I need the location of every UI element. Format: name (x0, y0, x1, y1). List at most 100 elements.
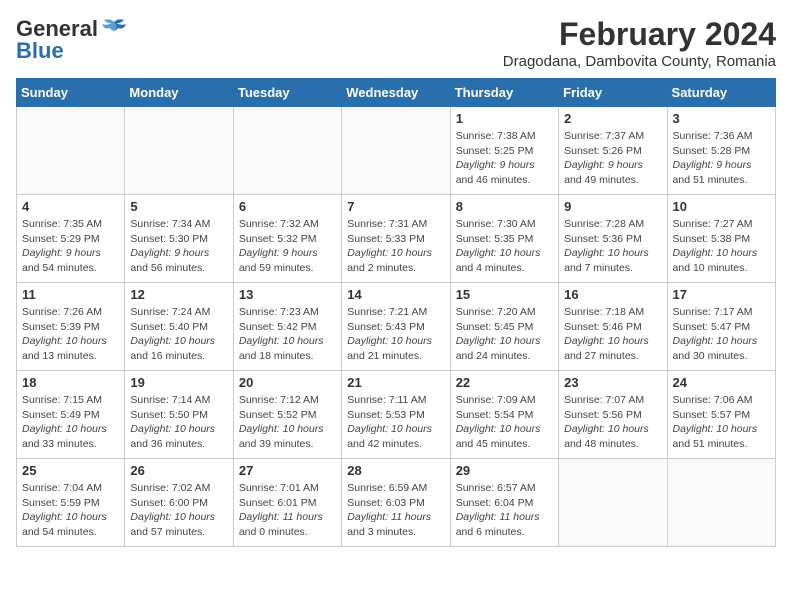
logo-blue-text: Blue (16, 38, 64, 64)
cell-content: Sunrise: 7:35 AMSunset: 5:29 PMDaylight:… (22, 217, 119, 276)
cell-content: Sunrise: 7:34 AMSunset: 5:30 PMDaylight:… (130, 217, 227, 276)
day-number: 10 (673, 199, 770, 214)
cell-content: Sunrise: 7:26 AMSunset: 5:39 PMDaylight:… (22, 305, 119, 364)
calendar-cell: 20 Sunrise: 7:12 AMSunset: 5:52 PMDayligh… (233, 371, 341, 459)
calendar-cell: 12 Sunrise: 7:24 AMSunset: 5:40 PMDayligh… (125, 283, 233, 371)
day-number: 11 (22, 287, 119, 302)
week-row-5: 25 Sunrise: 7:04 AMSunset: 5:59 PMDayligh… (17, 459, 776, 547)
day-number: 13 (239, 287, 336, 302)
week-row-1: 1 Sunrise: 7:38 AMSunset: 5:25 PMDaylight… (17, 107, 776, 195)
day-number: 16 (564, 287, 661, 302)
day-number: 24 (673, 375, 770, 390)
cell-content: Sunrise: 7:21 AMSunset: 5:43 PMDaylight:… (347, 305, 444, 364)
day-number: 27 (239, 463, 336, 478)
cell-content: Sunrise: 7:07 AMSunset: 5:56 PMDaylight:… (564, 393, 661, 452)
calendar-cell: 9 Sunrise: 7:28 AMSunset: 5:36 PMDaylight… (559, 195, 667, 283)
logo-bird-icon (100, 18, 128, 40)
calendar-cell: 28 Sunrise: 6:59 AMSunset: 6:03 PMDayligh… (342, 459, 450, 547)
title-area: February 2024 Dragodana, Dambovita Count… (503, 16, 776, 70)
calendar-cell (342, 107, 450, 195)
cell-content: Sunrise: 7:11 AMSunset: 5:53 PMDaylight:… (347, 393, 444, 452)
weekday-header-friday: Friday (559, 79, 667, 107)
weekday-header-tuesday: Tuesday (233, 79, 341, 107)
calendar-cell: 16 Sunrise: 7:18 AMSunset: 5:46 PMDayligh… (559, 283, 667, 371)
day-number: 25 (22, 463, 119, 478)
cell-content: Sunrise: 7:37 AMSunset: 5:26 PMDaylight:… (564, 129, 661, 188)
calendar-cell: 6 Sunrise: 7:32 AMSunset: 5:32 PMDaylight… (233, 195, 341, 283)
calendar-cell: 23 Sunrise: 7:07 AMSunset: 5:56 PMDayligh… (559, 371, 667, 459)
day-number: 18 (22, 375, 119, 390)
day-number: 23 (564, 375, 661, 390)
cell-content: Sunrise: 7:38 AMSunset: 5:25 PMDaylight:… (456, 129, 553, 188)
weekday-header-thursday: Thursday (450, 79, 558, 107)
calendar-cell: 24 Sunrise: 7:06 AMSunset: 5:57 PMDayligh… (667, 371, 775, 459)
cell-content: Sunrise: 7:02 AMSunset: 6:00 PMDaylight:… (130, 481, 227, 540)
header: General Blue February 2024 Dragodana, Da… (16, 16, 776, 70)
calendar-cell: 14 Sunrise: 7:21 AMSunset: 5:43 PMDayligh… (342, 283, 450, 371)
weekday-header-wednesday: Wednesday (342, 79, 450, 107)
calendar-cell: 29 Sunrise: 6:57 AMSunset: 6:04 PMDayligh… (450, 459, 558, 547)
month-year-title: February 2024 (503, 16, 776, 53)
cell-content: Sunrise: 7:12 AMSunset: 5:52 PMDaylight:… (239, 393, 336, 452)
calendar-table: SundayMondayTuesdayWednesdayThursdayFrid… (16, 78, 776, 547)
weekday-header-row: SundayMondayTuesdayWednesdayThursdayFrid… (17, 79, 776, 107)
day-number: 5 (130, 199, 227, 214)
cell-content: Sunrise: 6:59 AMSunset: 6:03 PMDaylight:… (347, 481, 444, 540)
day-number: 7 (347, 199, 444, 214)
cell-content: Sunrise: 7:14 AMSunset: 5:50 PMDaylight:… (130, 393, 227, 452)
calendar-cell: 2 Sunrise: 7:37 AMSunset: 5:26 PMDaylight… (559, 107, 667, 195)
calendar-cell (667, 459, 775, 547)
cell-content: Sunrise: 7:18 AMSunset: 5:46 PMDaylight:… (564, 305, 661, 364)
cell-content: Sunrise: 7:06 AMSunset: 5:57 PMDaylight:… (673, 393, 770, 452)
day-number: 1 (456, 111, 553, 126)
cell-content: Sunrise: 7:04 AMSunset: 5:59 PMDaylight:… (22, 481, 119, 540)
calendar-cell (125, 107, 233, 195)
cell-content: Sunrise: 7:24 AMSunset: 5:40 PMDaylight:… (130, 305, 227, 364)
day-number: 12 (130, 287, 227, 302)
cell-content: Sunrise: 6:57 AMSunset: 6:04 PMDaylight:… (456, 481, 553, 540)
calendar-cell (17, 107, 125, 195)
calendar-cell: 17Sunrise: 7:17 AMSunset: 5:47 PMDayligh… (667, 283, 775, 371)
calendar-cell: 10Sunrise: 7:27 AMSunset: 5:38 PMDayligh… (667, 195, 775, 283)
day-number: 14 (347, 287, 444, 302)
calendar-cell: 8Sunrise: 7:30 AMSunset: 5:35 PMDaylight… (450, 195, 558, 283)
day-number: 9 (564, 199, 661, 214)
week-row-2: 4 Sunrise: 7:35 AMSunset: 5:29 PMDaylight… (17, 195, 776, 283)
cell-content: Sunrise: 7:20 AMSunset: 5:45 PMDaylight:… (456, 305, 553, 364)
calendar-cell: 21 Sunrise: 7:11 AMSunset: 5:53 PMDayligh… (342, 371, 450, 459)
calendar-cell: 4 Sunrise: 7:35 AMSunset: 5:29 PMDaylight… (17, 195, 125, 283)
cell-content: Sunrise: 7:36 AMSunset: 5:28 PMDaylight:… (673, 129, 770, 188)
cell-content: Sunrise: 7:09 AMSunset: 5:54 PMDaylight:… (456, 393, 553, 452)
weekday-header-saturday: Saturday (667, 79, 775, 107)
weekday-header-monday: Monday (125, 79, 233, 107)
day-number: 2 (564, 111, 661, 126)
week-row-4: 18 Sunrise: 7:15 AMSunset: 5:49 PMDayligh… (17, 371, 776, 459)
calendar-cell: 13Sunrise: 7:23 AMSunset: 5:42 PMDayligh… (233, 283, 341, 371)
day-number: 20 (239, 375, 336, 390)
cell-content: Sunrise: 7:30 AMSunset: 5:35 PMDaylight:… (456, 217, 553, 276)
calendar-cell: 22 Sunrise: 7:09 AMSunset: 5:54 PMDayligh… (450, 371, 558, 459)
calendar-cell (233, 107, 341, 195)
calendar-cell: 5 Sunrise: 7:34 AMSunset: 5:30 PMDaylight… (125, 195, 233, 283)
cell-content: Sunrise: 7:15 AMSunset: 5:49 PMDaylight:… (22, 393, 119, 452)
day-number: 28 (347, 463, 444, 478)
week-row-3: 11 Sunrise: 7:26 AMSunset: 5:39 PMDayligh… (17, 283, 776, 371)
cell-content: Sunrise: 7:28 AMSunset: 5:36 PMDaylight:… (564, 217, 661, 276)
day-number: 19 (130, 375, 227, 390)
calendar-cell (559, 459, 667, 547)
calendar-cell: 7Sunrise: 7:31 AMSunset: 5:33 PMDaylight… (342, 195, 450, 283)
logo: General Blue (16, 16, 128, 64)
day-number: 15 (456, 287, 553, 302)
location-subtitle: Dragodana, Dambovita County, Romania (503, 53, 776, 70)
calendar-cell: 27Sunrise: 7:01 AMSunset: 6:01 PMDayligh… (233, 459, 341, 547)
cell-content: Sunrise: 7:32 AMSunset: 5:32 PMDaylight:… (239, 217, 336, 276)
day-number: 4 (22, 199, 119, 214)
day-number: 29 (456, 463, 553, 478)
day-number: 22 (456, 375, 553, 390)
calendar-cell: 1 Sunrise: 7:38 AMSunset: 5:25 PMDaylight… (450, 107, 558, 195)
day-number: 6 (239, 199, 336, 214)
calendar-cell: 11 Sunrise: 7:26 AMSunset: 5:39 PMDayligh… (17, 283, 125, 371)
day-number: 3 (673, 111, 770, 126)
calendar-cell: 19 Sunrise: 7:14 AMSunset: 5:50 PMDayligh… (125, 371, 233, 459)
day-number: 21 (347, 375, 444, 390)
